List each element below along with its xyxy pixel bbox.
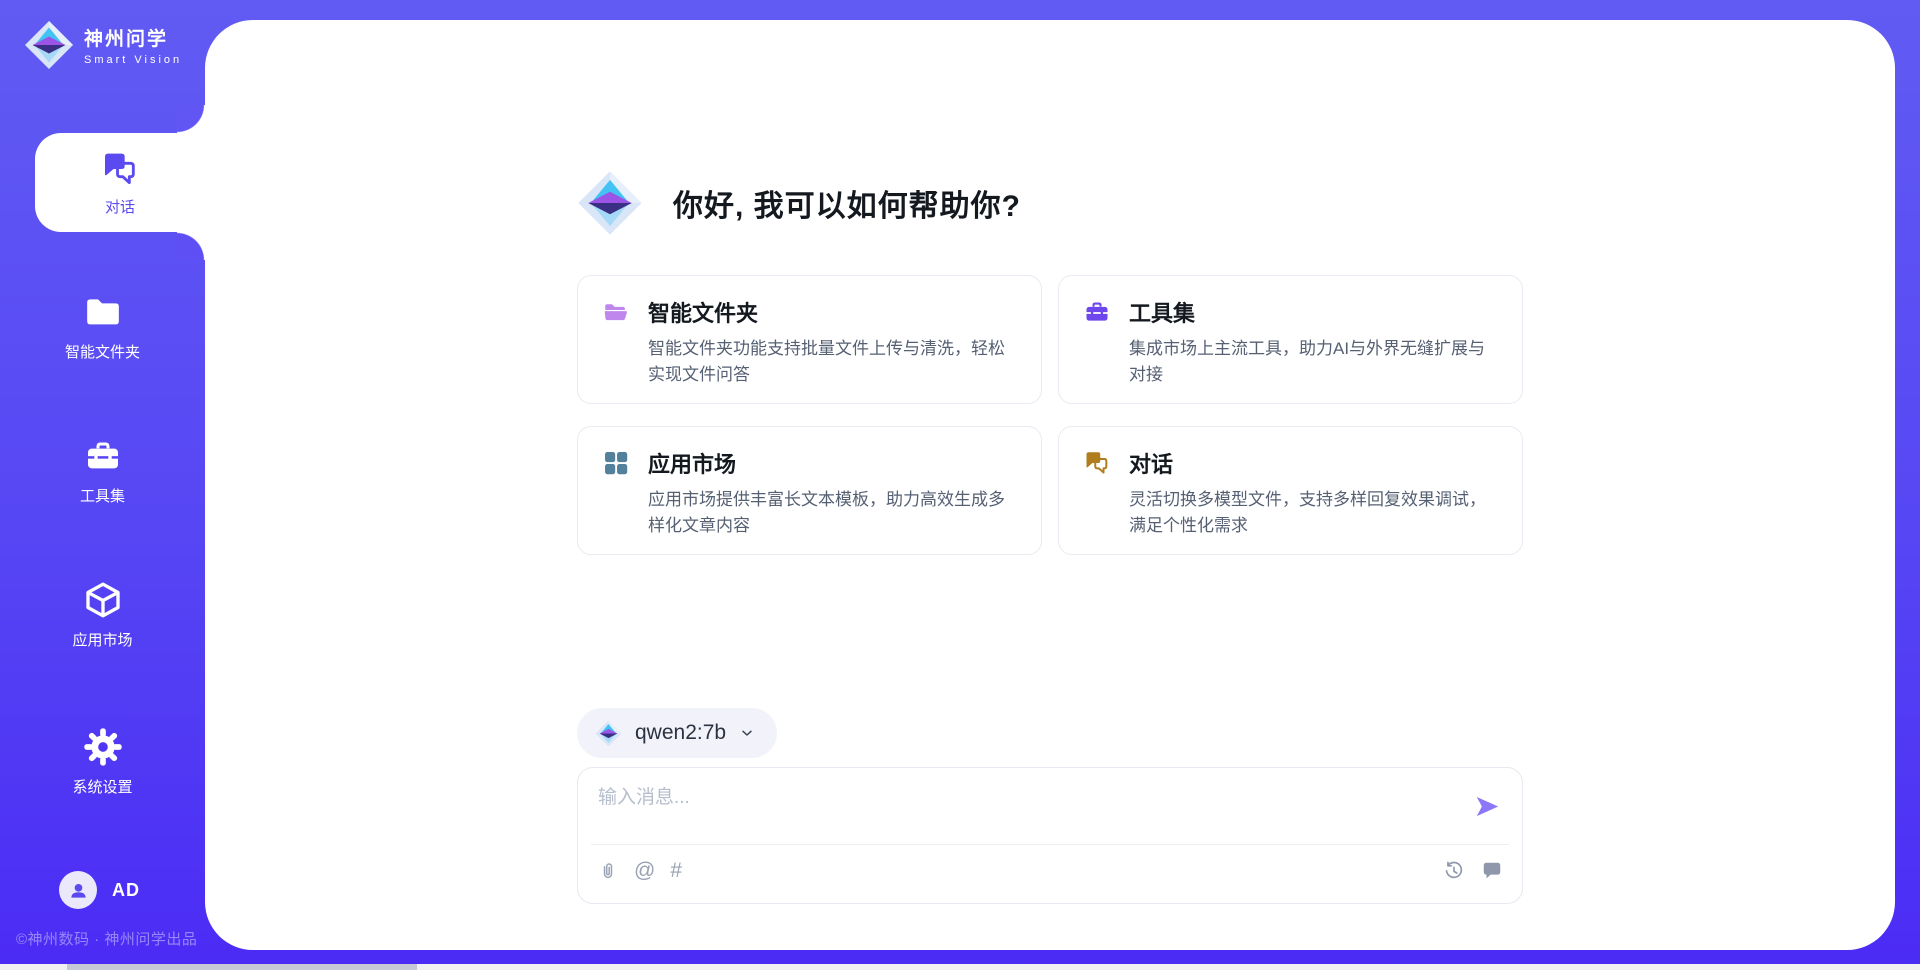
feature-card-description: 灵活切换多模型文件，支持多样回复效果调试，满足个性化需求 — [1129, 487, 1498, 538]
sidebar-item-label: 应用市场 — [72, 629, 132, 650]
user-name: AD — [112, 880, 140, 901]
send-icon — [1474, 793, 1501, 820]
content-column: 你好, 我可以如何帮助你? 智能文件夹 智能文件夹功能支持批量文件上传与清洗，轻… — [577, 20, 1523, 904]
history-button[interactable] — [1443, 860, 1465, 882]
feature-card-toolset[interactable]: 工具集 集成市场上主流工具，助力AI与外界无缝扩展与对接 — [1058, 275, 1523, 404]
main-panel: 你好, 我可以如何帮助你? 智能文件夹 智能文件夹功能支持批量文件上传与清洗，轻… — [205, 20, 1895, 950]
feature-card-title: 应用市场 — [648, 447, 736, 479]
copyright-footer: ©神州数码 · 神州问学出品 — [16, 928, 197, 949]
sidebar: 神州问学 Smart Vision 对话 智能文件夹 工具集 应用市场 — [0, 0, 205, 970]
feature-card-grid: 智能文件夹 智能文件夹功能支持批量文件上传与清洗，轻松实现文件问答 工具集 集成… — [577, 275, 1523, 555]
model-selector[interactable]: qwen2:7b — [577, 708, 777, 758]
open-folder-icon — [602, 298, 630, 326]
sidebar-item-settings[interactable]: 系统设置 — [0, 727, 205, 797]
feature-card-description: 智能文件夹功能支持批量文件上传与清洗，轻松实现文件问答 — [648, 336, 1017, 387]
scrollbar-thumb[interactable] — [67, 964, 417, 970]
sidebar-item-label: 智能文件夹 — [65, 341, 140, 362]
history-icon — [1443, 860, 1465, 882]
assistant-gem-icon — [577, 170, 643, 236]
hash-icon: # — [670, 860, 682, 882]
feature-card-head: 智能文件夹 — [602, 296, 1017, 328]
brand-gem-icon — [24, 20, 74, 70]
message-input[interactable] — [598, 782, 1438, 840]
feature-card-title: 对话 — [1129, 447, 1173, 479]
chat-bubbles-icon — [1083, 449, 1111, 477]
model-gem-icon — [595, 720, 622, 747]
gear-icon — [83, 727, 123, 767]
message-composer: @ # — [577, 767, 1523, 904]
chat-filled-icon — [1481, 860, 1503, 882]
chat-bubbles-icon — [100, 149, 140, 189]
horizontal-scrollbar[interactable] — [0, 964, 1920, 970]
sidebar-item-smart-folder[interactable]: 智能文件夹 — [0, 292, 205, 362]
attach-file-button[interactable] — [597, 860, 619, 882]
feature-card-smart-folder[interactable]: 智能文件夹 智能文件夹功能支持批量文件上传与清洗，轻松实现文件问答 — [577, 275, 1042, 404]
sidebar-item-label: 系统设置 — [72, 776, 132, 797]
active-item-top-connector — [177, 105, 205, 133]
greeting-block: 你好, 我可以如何帮助你? — [577, 170, 1523, 236]
active-item-bottom-connector — [177, 232, 205, 260]
brand-logo: 神州问学 Smart Vision — [24, 20, 182, 70]
briefcase-icon — [1083, 298, 1111, 326]
feature-card-description: 应用市场提供丰富长文本模板，助力高效生成多样化文章内容 — [648, 487, 1017, 538]
avatar — [59, 871, 97, 909]
feature-card-chat[interactable]: 对话 灵活切换多模型文件，支持多样回复效果调试，满足个性化需求 — [1058, 426, 1523, 555]
model-selector-row: qwen2:7b — [577, 708, 1523, 758]
feature-card-description: 集成市场上主流工具，助力AI与外界无缝扩展与对接 — [1129, 336, 1498, 387]
at-icon: @ — [634, 860, 655, 882]
feature-card-title: 智能文件夹 — [648, 296, 758, 328]
mention-button[interactable]: @ — [634, 860, 655, 882]
brand-subtitle: Smart Vision — [84, 54, 182, 66]
composer-tools-right — [1443, 860, 1503, 882]
paperclip-icon — [597, 860, 619, 882]
feature-card-head: 工具集 — [1083, 296, 1498, 328]
topic-button[interactable]: # — [670, 860, 682, 882]
greeting-title: 你好, 我可以如何帮助你? — [673, 181, 1021, 225]
app-grid-icon — [602, 449, 630, 477]
sidebar-item-chat[interactable]: 对话 — [35, 133, 205, 232]
user-profile[interactable]: AD — [59, 871, 140, 909]
feature-card-app-market[interactable]: 应用市场 应用市场提供丰富长文本模板，助力高效生成多样化文章内容 — [577, 426, 1042, 555]
sidebar-item-toolset[interactable]: 工具集 — [0, 436, 205, 506]
feature-card-head: 对话 — [1083, 447, 1498, 479]
briefcase-icon — [83, 436, 123, 476]
feature-card-head: 应用市场 — [602, 447, 1017, 479]
sidebar-item-app-market[interactable]: 应用市场 — [0, 580, 205, 650]
model-name: qwen2:7b — [635, 721, 726, 745]
new-chat-button[interactable] — [1481, 860, 1503, 882]
sidebar-item-label: 对话 — [105, 196, 135, 217]
cube-icon — [83, 580, 123, 620]
brand-text: 神州问学 Smart Vision — [84, 24, 182, 66]
composer-tools-left: @ # — [597, 860, 682, 882]
sidebar-item-label: 工具集 — [80, 485, 125, 506]
person-icon — [67, 879, 90, 902]
composer-divider — [591, 844, 1509, 845]
chevron-down-icon — [739, 725, 755, 741]
send-button[interactable] — [1474, 793, 1501, 820]
brand-name: 神州问学 — [84, 24, 182, 51]
folder-icon — [83, 292, 123, 332]
feature-card-title: 工具集 — [1129, 296, 1195, 328]
